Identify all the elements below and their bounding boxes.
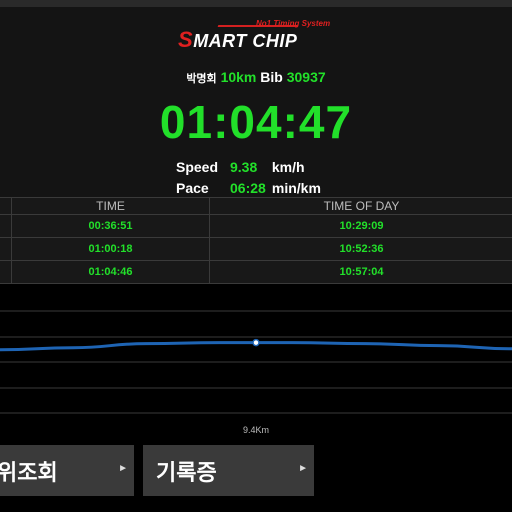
chevron-right-icon: ► <box>298 463 308 474</box>
column-header-time-of-day: TIME OF DAY <box>209 197 512 215</box>
runner-line: 박명회 10km Bib 30937 <box>0 69 512 86</box>
result-header: No1 Timing System SMART CHIP 박명회 10km Bi… <box>0 7 512 197</box>
table-row: 01:00:18 10:52:36 <box>0 237 512 261</box>
bib-number: 30937 <box>286 69 326 85</box>
speed-unit: km/h <box>271 159 305 175</box>
chart-grid <box>0 310 512 414</box>
split-time: 01:00:18 <box>11 237 210 261</box>
top-bar <box>0 0 512 7</box>
runner-name: 박명회 <box>186 73 217 85</box>
pace-row: Pace 06:28 min/km <box>176 180 321 196</box>
split-time: 00:36:51 <box>11 214 210 238</box>
certificate-label: 기록증 <box>156 459 217 485</box>
finish-time: 01:04:47 <box>159 96 353 148</box>
split-point <box>0 237 12 261</box>
table-row: 01:04:46 10:57:04 <box>0 260 512 284</box>
bib-label: Bib <box>260 69 283 85</box>
speed-value: 9.38 <box>230 159 258 175</box>
split-point <box>0 260 12 284</box>
pace-unit: min/km <box>271 180 321 196</box>
speed-label: Speed <box>176 159 219 175</box>
split-time-of-day: 10:29:09 <box>209 214 512 238</box>
column-header-point <box>0 197 12 215</box>
x-tick-label: 9.4Km <box>243 425 269 435</box>
elevation-chart: 9.4Km <box>0 286 512 441</box>
split-time-of-day: 10:57:04 <box>209 260 512 284</box>
smart-chip-logo: No1 Timing System SMART CHIP <box>178 17 338 52</box>
location-search-button[interactable]: 위조회 ► <box>0 445 134 496</box>
table-header-row: TIME TIME OF DAY <box>0 197 512 215</box>
race-distance: 10km <box>220 69 257 85</box>
column-header-time: TIME <box>11 197 210 215</box>
pace-value: 06:28 <box>230 180 266 196</box>
chart-data-point <box>252 338 260 347</box>
splits-table: TIME TIME OF DAY 00:36:51 10:29:09 01:00… <box>0 197 512 284</box>
split-time: 01:04:46 <box>11 260 210 284</box>
logo-wordmark: SMART CHIP <box>178 27 298 52</box>
chevron-right-icon: ► <box>118 463 128 474</box>
certificate-button[interactable]: 기록증 ► <box>143 445 314 496</box>
location-search-label: 위조회 <box>0 459 58 485</box>
split-time-of-day: 10:52:36 <box>209 237 512 261</box>
split-point <box>0 214 12 238</box>
pace-label: Pace <box>176 180 209 196</box>
table-row: 00:36:51 10:29:09 <box>0 214 512 238</box>
speed-row: Speed 9.38 km/h <box>176 159 305 175</box>
